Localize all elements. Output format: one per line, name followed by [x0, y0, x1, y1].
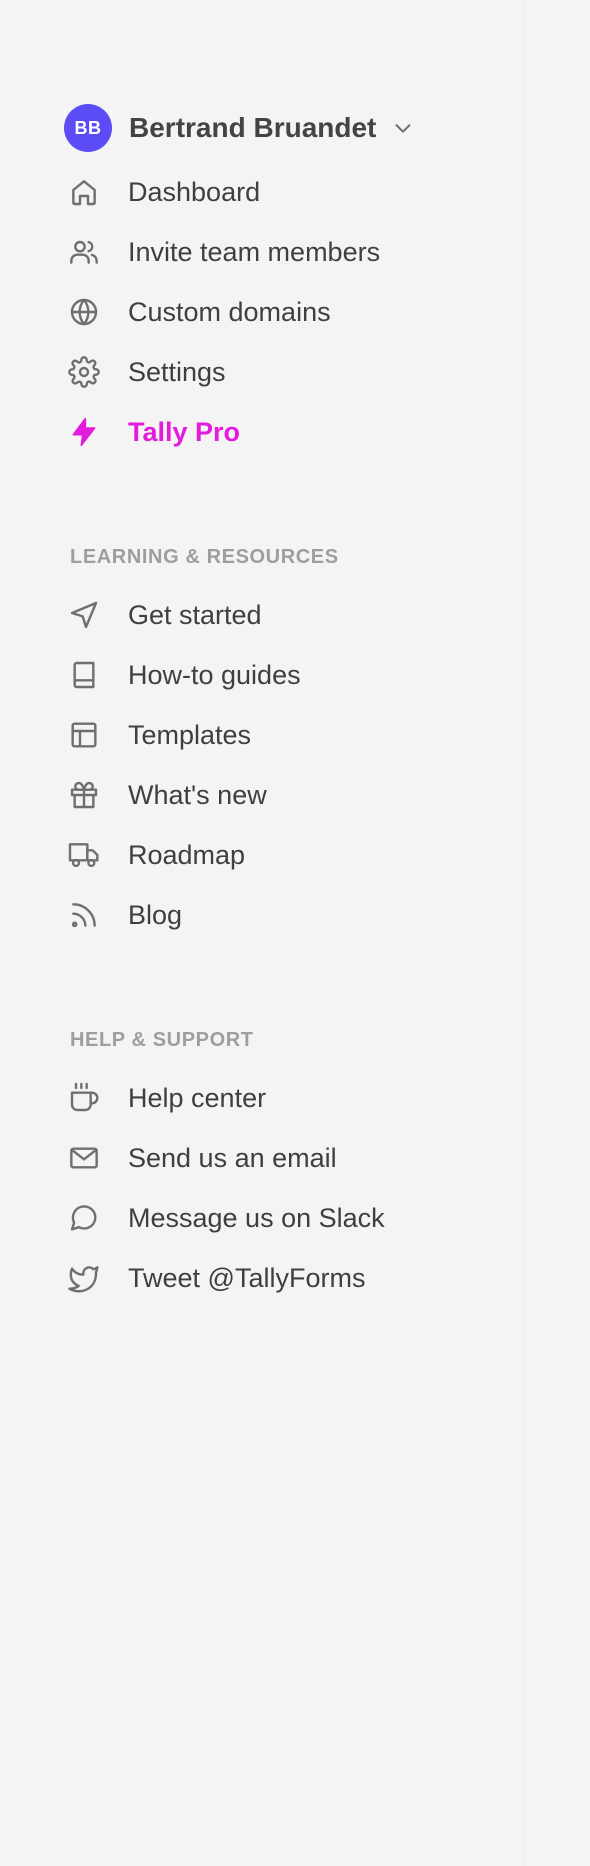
nav-item-label: Dashboard	[128, 176, 261, 207]
main-nav: Dashboard Invite team members Custom dom…	[68, 162, 508, 462]
nav-item-label: Invite team members	[128, 236, 381, 267]
send-icon	[68, 595, 108, 635]
truck-icon	[68, 835, 108, 875]
message-circle-icon	[68, 1198, 108, 1238]
learning-nav: Get started How-to guides Templates What…	[68, 585, 508, 945]
nav-item-label: Roadmap	[128, 839, 246, 870]
nav-item-label: Send us an email	[128, 1142, 337, 1173]
nav-item-label: What's new	[128, 779, 267, 810]
nav-item-how-to-guides[interactable]: How-to guides	[68, 645, 508, 705]
nav-item-label: Get started	[128, 599, 262, 630]
chevron-down-icon	[390, 115, 416, 141]
nav-item-label: How-to guides	[128, 659, 301, 690]
nav-item-send-email[interactable]: Send us an email	[68, 1128, 508, 1188]
section-heading-learning: LEARNING & RESOURCES	[70, 546, 339, 568]
layout-icon	[68, 715, 108, 755]
nav-item-tally-pro[interactable]: Tally Pro	[68, 402, 508, 462]
nav-item-slack[interactable]: Message us on Slack	[68, 1188, 508, 1248]
sidebar: BB Bertrand Bruandet Dashboard Invite te…	[0, 0, 524, 1866]
book-icon	[68, 655, 108, 695]
sidebar-divider	[524, 0, 525, 1866]
home-icon	[68, 172, 108, 212]
nav-item-templates[interactable]: Templates	[68, 705, 508, 765]
nav-item-label: Templates	[128, 719, 252, 750]
avatar: BB	[64, 104, 112, 152]
nav-item-get-started[interactable]: Get started	[68, 585, 508, 645]
globe-icon	[68, 292, 108, 332]
nav-item-label: Help center	[128, 1082, 267, 1113]
gift-icon	[68, 775, 108, 815]
nav-item-settings[interactable]: Settings	[68, 342, 508, 402]
coffee-icon	[68, 1078, 108, 1118]
account-switcher[interactable]: BB Bertrand Bruandet	[64, 104, 416, 152]
nav-item-blog[interactable]: Blog	[68, 885, 508, 945]
nav-item-help-center[interactable]: Help center	[68, 1068, 508, 1128]
nav-item-invite-team-members[interactable]: Invite team members	[68, 222, 508, 282]
nav-item-label: Blog	[128, 899, 183, 930]
nav-item-label: Message us on Slack	[128, 1202, 385, 1233]
nav-item-whats-new[interactable]: What's new	[68, 765, 508, 825]
nav-item-label: Tally Pro	[128, 416, 241, 447]
section-heading-support: HELP & SUPPORT	[70, 1029, 254, 1051]
nav-item-label: Custom domains	[128, 296, 331, 327]
account-name: Bertrand Bruandet	[129, 112, 377, 143]
lightning-icon	[68, 412, 108, 452]
mail-icon	[68, 1138, 108, 1178]
nav-item-dashboard[interactable]: Dashboard	[68, 162, 508, 222]
users-icon	[68, 232, 108, 272]
gear-icon	[68, 352, 108, 392]
nav-item-roadmap[interactable]: Roadmap	[68, 825, 508, 885]
nav-item-label: Settings	[128, 356, 226, 387]
support-nav: Help center Send us an email Message us …	[68, 1068, 508, 1308]
nav-item-tweet[interactable]: Tweet @TallyForms	[68, 1248, 508, 1308]
nav-item-custom-domains[interactable]: Custom domains	[68, 282, 508, 342]
twitter-icon	[68, 1258, 108, 1298]
rss-icon	[68, 895, 108, 935]
nav-item-label: Tweet @TallyForms	[128, 1262, 366, 1293]
